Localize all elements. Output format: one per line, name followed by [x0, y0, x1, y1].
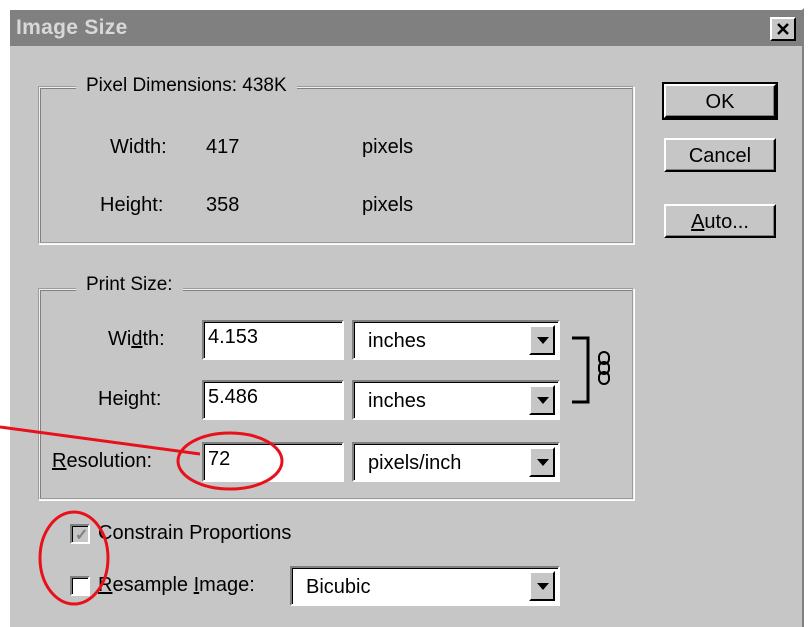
- pixel-width-value: 417: [206, 136, 240, 158]
- print-width-label: Width:: [108, 328, 165, 350]
- print-width-input[interactable]: 4.153: [202, 320, 344, 360]
- auto-label: uto...: [704, 211, 749, 233]
- pixel-dimensions-legend: Pixel Dimensions: 438K: [76, 75, 297, 97]
- resolution-unit-value: pixels/inch: [368, 452, 462, 474]
- constrain-link-bracket: [572, 336, 590, 404]
- window-title: Image Size: [16, 16, 128, 39]
- print-height-input[interactable]: 5.486: [202, 380, 344, 420]
- cancel-button[interactable]: Cancel: [664, 138, 776, 172]
- image-size-dialog: Image Size OK Cancel Auto... Pixel Dimen…: [8, 8, 804, 627]
- pixel-height-unit: pixels: [362, 194, 414, 216]
- resample-image-checkbox[interactable]: [70, 576, 90, 596]
- checkmark-icon: ✓: [75, 527, 89, 544]
- chain-link-icon: [598, 351, 610, 385]
- pixel-height-value: 358: [206, 194, 240, 216]
- print-width-unit-value: inches: [368, 330, 426, 352]
- resolution-unit-select[interactable]: pixels/inch: [352, 442, 560, 482]
- close-button[interactable]: [770, 17, 796, 41]
- print-width-unit-select[interactable]: inches: [352, 320, 560, 360]
- chevron-down-icon[interactable]: [529, 447, 555, 477]
- auto-accel-key: A: [691, 211, 705, 233]
- chevron-down-icon[interactable]: [529, 571, 555, 601]
- pixel-width-unit: pixels: [362, 136, 414, 158]
- print-size-legend: Print Size:: [76, 274, 183, 296]
- constrain-proportions-checkbox[interactable]: ✓: [70, 524, 90, 544]
- constrain-proportions-label: Constrain Proportions: [98, 522, 292, 544]
- chevron-down-icon[interactable]: [529, 385, 555, 415]
- title-bar: Image Size: [10, 10, 802, 46]
- resample-image-label: Resample Image:: [98, 574, 255, 596]
- pixel-height-label: Height:: [100, 194, 164, 216]
- resolution-label: Resolution:: [52, 450, 153, 472]
- auto-button[interactable]: Auto...: [664, 204, 776, 238]
- print-height-unit-value: inches: [368, 390, 426, 412]
- ok-button[interactable]: OK: [662, 82, 778, 120]
- print-height-unit-select[interactable]: inches: [352, 380, 560, 420]
- print-height-label: Height:: [98, 388, 162, 410]
- resample-method-value: Bicubic: [306, 576, 371, 598]
- pixel-width-label: Width:: [110, 136, 167, 158]
- pixel-dimensions-group: [38, 86, 634, 244]
- resolution-input[interactable]: 72: [202, 442, 344, 482]
- chevron-down-icon[interactable]: [529, 325, 555, 355]
- close-icon: [777, 23, 789, 35]
- resample-method-select[interactable]: Bicubic: [290, 566, 560, 606]
